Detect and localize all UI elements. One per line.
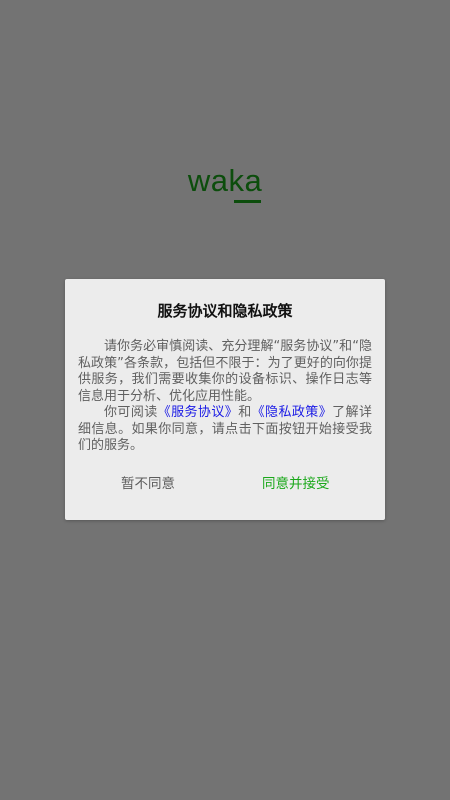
paragraph-2-and: 和 — [238, 405, 252, 420]
logo-wordmark: waka — [187, 163, 263, 198]
dialog-paragraph-1: 请你务必审慎阅读、充分理解“服务协议”和“隐私政策”各条款，包括但不限于：为了更… — [78, 339, 372, 404]
privacy-policy-link[interactable]: 《隐私政策》 — [252, 405, 333, 420]
dialog-body: 请你务必审慎阅读、充分理解“服务协议”和“隐私政策”各条款，包括但不限于：为了更… — [78, 339, 372, 455]
app-logo: waka — [0, 163, 450, 203]
privacy-dialog: 服务协议和隐私政策 请你务必审慎阅读、充分理解“服务协议”和“隐私政策”各条款，… — [65, 279, 385, 520]
logo-underline — [233, 200, 262, 203]
agree-button[interactable]: 同意并接受 — [262, 475, 330, 493]
logo-text: waka — [187, 163, 263, 203]
dialog-title: 服务协议和隐私政策 — [157, 302, 293, 320]
dialog-paragraph-2: 你可阅读《服务协议》和《隐私政策》了解详细信息。如果你同意，请点击下面按钮开始接… — [78, 405, 372, 455]
paragraph-2-prefix: 你可阅读 — [104, 405, 158, 420]
service-agreement-link[interactable]: 《服务协议》 — [158, 405, 239, 420]
disagree-button[interactable]: 暂不同意 — [121, 475, 175, 493]
